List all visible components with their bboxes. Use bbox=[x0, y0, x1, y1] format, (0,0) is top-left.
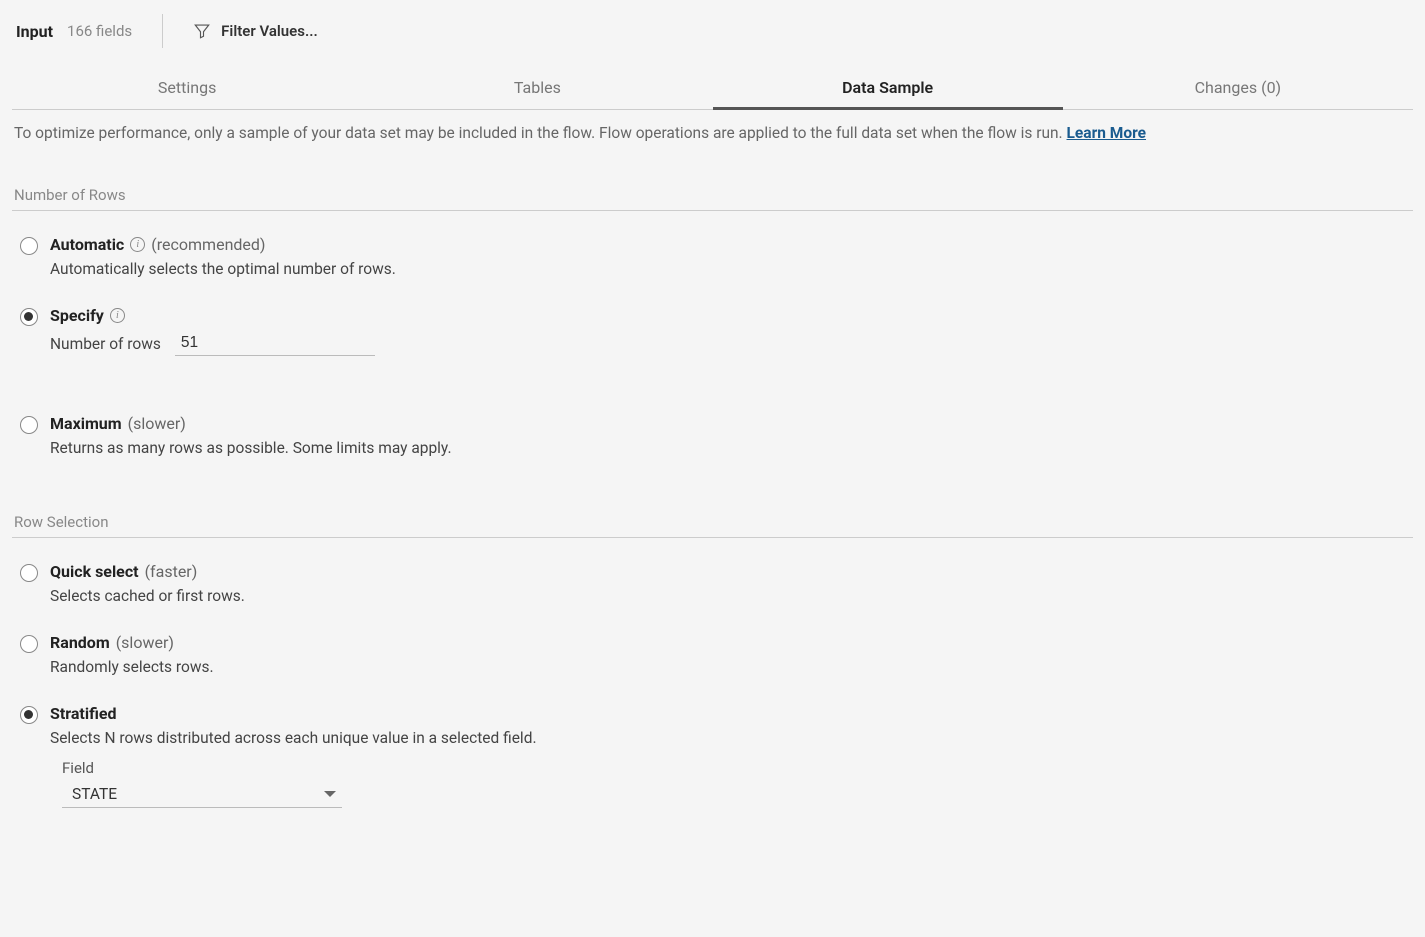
option-quick-title: Quick select bbox=[50, 562, 139, 581]
option-stratified-title: Stratified bbox=[50, 704, 116, 723]
divider bbox=[12, 210, 1413, 211]
option-random-title: Random bbox=[50, 633, 110, 652]
divider bbox=[12, 537, 1413, 538]
tab-data-sample[interactable]: Data Sample bbox=[713, 64, 1063, 109]
divider bbox=[162, 14, 163, 48]
info-icon[interactable]: i bbox=[130, 237, 145, 252]
field-value: STATE bbox=[72, 785, 117, 803]
option-quick-desc: Selects cached or first rows. bbox=[50, 587, 1405, 605]
tab-tables[interactable]: Tables bbox=[362, 64, 712, 109]
option-maximum-desc: Returns as many rows as possible. Some l… bbox=[50, 439, 1405, 457]
field-label: Field bbox=[62, 759, 1405, 777]
input-title: Input bbox=[16, 22, 53, 41]
funnel-icon bbox=[193, 22, 211, 40]
info-text: To optimize performance, only a sample o… bbox=[14, 124, 1063, 142]
option-automatic-desc: Automatically selects the optimal number… bbox=[50, 260, 1405, 278]
tab-settings[interactable]: Settings bbox=[12, 64, 362, 109]
option-specify[interactable]: Specify i Number of rows bbox=[20, 306, 1405, 356]
info-icon[interactable]: i bbox=[110, 308, 125, 323]
row-selection-options: Quick select (faster) Selects cached or … bbox=[0, 562, 1425, 808]
option-random-desc: Randomly selects rows. bbox=[50, 658, 1405, 676]
top-bar: Input 166 fields Filter Values... bbox=[0, 0, 1425, 64]
filter-values-label: Filter Values... bbox=[221, 22, 318, 40]
option-maximum-hint: (slower) bbox=[128, 414, 186, 433]
option-stratified[interactable]: Stratified Selects N rows distributed ac… bbox=[20, 704, 1405, 808]
learn-more-link[interactable]: Learn More bbox=[1067, 124, 1147, 142]
radio-random[interactable] bbox=[20, 635, 38, 653]
option-quick-hint: (faster) bbox=[145, 562, 198, 581]
number-of-rows-options: Automatic i (recommended) Automatically … bbox=[0, 235, 1425, 457]
radio-automatic[interactable] bbox=[20, 237, 38, 255]
option-stratified-desc: Selects N rows distributed across each u… bbox=[50, 729, 1405, 747]
rows-label: Number of rows bbox=[50, 335, 161, 353]
radio-maximum[interactable] bbox=[20, 416, 38, 434]
radio-stratified[interactable] bbox=[20, 706, 38, 724]
filter-values-button[interactable]: Filter Values... bbox=[193, 22, 318, 40]
radio-quick-select[interactable] bbox=[20, 564, 38, 582]
option-random[interactable]: Random (slower) Randomly selects rows. bbox=[20, 633, 1405, 676]
fields-count: 166 fields bbox=[67, 22, 132, 40]
option-automatic-hint: (recommended) bbox=[151, 235, 265, 254]
rows-input[interactable] bbox=[175, 331, 375, 356]
option-quick-select[interactable]: Quick select (faster) Selects cached or … bbox=[20, 562, 1405, 605]
option-automatic[interactable]: Automatic i (recommended) Automatically … bbox=[20, 235, 1405, 278]
option-maximum-title: Maximum bbox=[50, 414, 122, 433]
section-title-number-of-rows: Number of Rows bbox=[14, 186, 1411, 204]
info-text-bar: To optimize performance, only a sample o… bbox=[0, 110, 1425, 150]
option-specify-title: Specify bbox=[50, 306, 104, 325]
section-title-row-selection: Row Selection bbox=[14, 513, 1411, 531]
radio-specify[interactable] bbox=[20, 308, 38, 326]
chevron-down-icon bbox=[324, 791, 336, 797]
tabs: Settings Tables Data Sample Changes (0) bbox=[12, 64, 1413, 110]
field-dropdown[interactable]: STATE bbox=[62, 781, 342, 808]
tab-changes[interactable]: Changes (0) bbox=[1063, 64, 1413, 109]
option-automatic-title: Automatic bbox=[50, 235, 124, 254]
option-random-hint: (slower) bbox=[116, 633, 174, 652]
option-maximum[interactable]: Maximum (slower) Returns as many rows as… bbox=[20, 414, 1405, 457]
